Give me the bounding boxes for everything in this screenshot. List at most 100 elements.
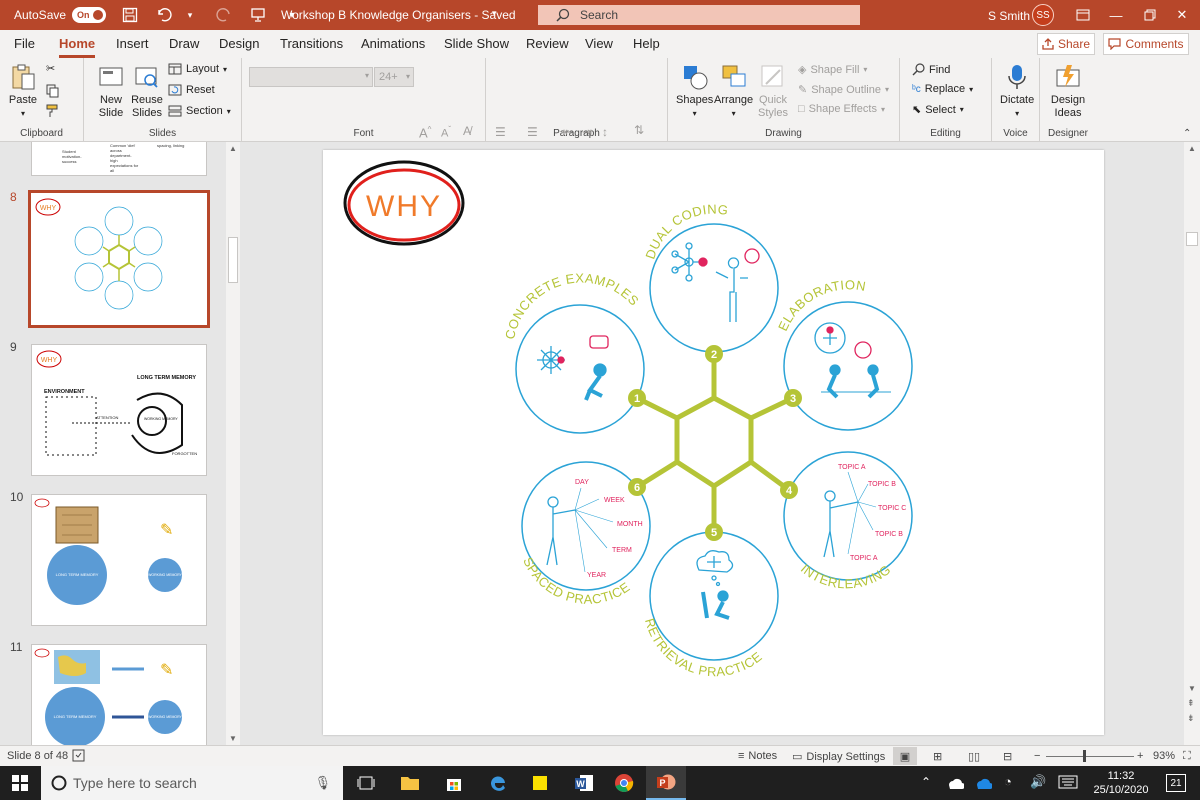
previous-slide-icon[interactable]: ⇞ — [1187, 698, 1195, 709]
undo-icon[interactable] — [154, 5, 174, 25]
ribbon-display-options-icon[interactable] — [1071, 4, 1095, 26]
wifi-icon[interactable]: ◔ — [1004, 774, 1012, 789]
decrease-font-icon[interactable]: Aˇ — [441, 125, 451, 140]
numbering-icon[interactable]: ☰ — [527, 125, 538, 139]
edge-icon[interactable] — [478, 766, 518, 800]
title-dropdown-icon[interactable]: ▾ — [492, 8, 497, 19]
notes-button[interactable]: ≡ Notes — [738, 750, 777, 762]
paste-button[interactable]: Paste ▾ — [8, 62, 38, 120]
shape-effects-button[interactable]: □ Shape Effects ▾ — [798, 103, 885, 115]
tab-help[interactable]: Help — [633, 36, 660, 51]
dictate-button[interactable]: Dictate ▾ — [1000, 62, 1034, 120]
system-clock[interactable]: 11:32 25/10/2020 — [1086, 769, 1156, 797]
volume-icon[interactable]: 🔊 — [1030, 774, 1046, 790]
microphone-icon[interactable]: 🎙 — [314, 775, 331, 791]
onedrive-icon[interactable] — [976, 775, 993, 792]
accessibility-icon[interactable] — [72, 749, 85, 765]
bullets-icon[interactable]: ☰ — [495, 125, 506, 139]
powerpoint-icon[interactable]: P — [646, 766, 686, 800]
keyboard-icon[interactable] — [1058, 775, 1078, 792]
quick-styles-button[interactable]: Quick Styles — [756, 62, 790, 120]
slide-thumbnail-11[interactable]: ✎ LONG TERM MEMORY WORKING MEMORY — [31, 644, 207, 745]
find-button[interactable]: Find — [912, 63, 950, 76]
tab-home[interactable]: Home — [59, 36, 96, 58]
select-button[interactable]: ⬉ Select ▾ — [912, 103, 964, 117]
text-direction-icon[interactable]: ⇅ — [634, 123, 644, 137]
tab-review[interactable]: Review — [526, 36, 569, 51]
task-view-icon[interactable] — [346, 766, 386, 800]
tab-animations[interactable]: Animations — [361, 36, 425, 51]
notifications-badge[interactable]: 21 — [1166, 774, 1186, 792]
windows-start-icon[interactable] — [12, 775, 28, 794]
shape-fill-button[interactable]: ◈ Shape Fill ▾ — [798, 63, 867, 77]
minimize-icon[interactable]: — — [1104, 4, 1128, 26]
normal-view-icon[interactable]: ▣ — [893, 747, 917, 765]
avatar[interactable]: SS — [1032, 4, 1054, 26]
thumbnail-scrollbar[interactable]: ▲ ▼ — [226, 142, 240, 745]
chrome-icon[interactable] — [604, 766, 644, 800]
font-size-input[interactable]: 24+ ▾ — [374, 67, 414, 87]
slide-sorter-icon[interactable]: ⊞ — [933, 750, 942, 763]
new-slide-button[interactable]: New Slide — [94, 62, 128, 120]
tab-transitions[interactable]: Transitions — [280, 36, 343, 51]
tab-view[interactable]: View — [585, 36, 613, 51]
reset-button[interactable]: Reset — [168, 84, 215, 96]
taskbar-search-input[interactable]: Type here to search 🎙 — [41, 766, 343, 800]
display-settings-button[interactable]: ▭ Display Settings — [792, 750, 885, 764]
shape-outline-button[interactable]: ✎ Shape Outline ▾ — [798, 83, 889, 97]
reading-view-icon[interactable]: ▯▯ — [968, 750, 980, 763]
tab-insert[interactable]: Insert — [116, 36, 149, 51]
slide-thumbnail-8[interactable]: WHY — [28, 190, 210, 328]
collapse-ribbon-icon[interactable]: ⌃ — [1183, 128, 1191, 139]
design-ideas-button[interactable]: Design Ideas — [1048, 62, 1088, 120]
decrease-indent-icon[interactable]: ⇤ — [563, 125, 573, 139]
zoom-slider-thumb[interactable] — [1083, 750, 1086, 762]
chevron-down-icon[interactable]: ▾ — [180, 5, 200, 25]
close-icon[interactable]: ✕ — [1170, 4, 1194, 26]
line-spacing-icon[interactable]: ↕ — [602, 125, 608, 139]
sticky-notes-icon[interactable] — [520, 766, 560, 800]
search-input[interactable]: Search — [538, 5, 860, 25]
editor-scrollbar[interactable]: ▲ ▼ ⇞ ⇟ — [1184, 142, 1200, 745]
tab-draw[interactable]: Draw — [169, 36, 199, 51]
arrange-button[interactable]: Arrange ▾ — [714, 62, 753, 120]
fit-to-window-icon[interactable]: ⛶ — [1183, 750, 1191, 763]
slide-thumbnail-7[interactable]: Student motivation- success Common 'diet… — [31, 142, 207, 176]
zoom-out-icon[interactable]: − — [1034, 750, 1040, 762]
autosave-toggle[interactable]: On — [72, 7, 107, 23]
cut-icon[interactable]: ✂ — [46, 62, 55, 75]
file-explorer-icon[interactable] — [390, 766, 430, 800]
tab-file[interactable]: File — [14, 36, 35, 51]
increase-font-icon[interactable]: A^ — [419, 125, 431, 140]
reuse-slides-button[interactable]: Reuse Slides — [130, 62, 164, 120]
zoom-slider[interactable] — [1046, 756, 1134, 757]
increase-indent-icon[interactable]: ⇥ — [582, 125, 592, 139]
tab-slide-show[interactable]: Slide Show — [444, 36, 509, 51]
layout-button[interactable]: Layout ▾ — [168, 63, 227, 75]
format-painter-icon[interactable] — [46, 104, 60, 118]
slideshow-icon[interactable]: ⊟ — [1003, 750, 1012, 763]
present-icon[interactable] — [248, 5, 268, 25]
show-hidden-icons[interactable]: ⌃ — [921, 775, 931, 789]
clear-formatting-icon[interactable]: A̸ — [463, 124, 471, 138]
store-icon[interactable] — [434, 766, 474, 800]
font-name-input[interactable]: ▾ — [249, 67, 373, 87]
redo-icon[interactable] — [214, 5, 234, 25]
share-button[interactable]: Share — [1037, 33, 1095, 55]
document-title[interactable]: Workshop B Knowledge Organisers - Saved — [281, 8, 516, 22]
zoom-in-icon[interactable]: + — [1137, 750, 1143, 762]
slide-thumbnail-9[interactable]: WHY ENVIRONMENT LONG TERM MEMORY ATTENTI… — [31, 344, 207, 476]
comments-button[interactable]: Comments — [1103, 33, 1189, 55]
onedrive-personal-icon[interactable] — [948, 775, 965, 792]
slide-thumbnail-10[interactable]: ✎ LONG TERM MEMORY WORKING MEMORY — [31, 494, 207, 626]
slide-canvas[interactable]: WHY 1 2 3 4 5 6 CONCRETE EXAMPLES DUAL C… — [323, 150, 1104, 735]
save-icon[interactable] — [120, 5, 140, 25]
section-button[interactable]: Section ▾ — [168, 105, 231, 117]
zoom-level[interactable]: 93% — [1153, 750, 1175, 762]
word-icon[interactable]: W — [564, 766, 604, 800]
shapes-button[interactable]: Shapes ▾ — [676, 62, 713, 120]
next-slide-icon[interactable]: ⇟ — [1187, 713, 1195, 724]
restore-icon[interactable] — [1138, 4, 1162, 26]
copy-icon[interactable] — [46, 84, 60, 98]
tab-design[interactable]: Design — [219, 36, 259, 51]
